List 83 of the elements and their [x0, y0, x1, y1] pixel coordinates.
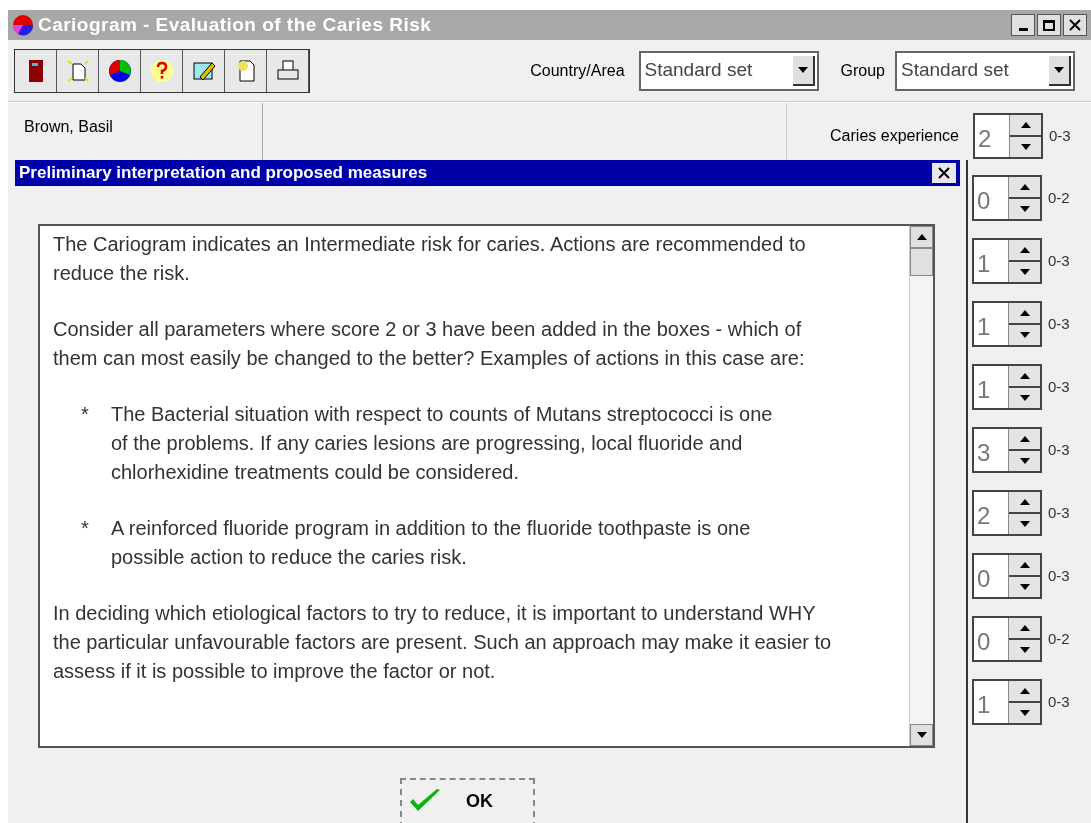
paragraph: The Cariogram indicates an Intermediate risk for caries. Actions are recommended to reduce the risk. [53, 231, 807, 286]
spin-box[interactable]: 0 [972, 553, 1042, 599]
close-button[interactable] [932, 162, 956, 183]
range-label: 0-3 [1049, 125, 1071, 146]
bullet-text: A reinforced fluoride program in addition to the fluoride toothpaste is one possible action to reduce the caries risk. [111, 515, 752, 570]
caret-down-icon [1019, 332, 1030, 338]
spin-box[interactable]: 1 [972, 679, 1042, 725]
toolbar-button[interactable] [267, 49, 309, 92]
dropdown-button[interactable] [1049, 55, 1071, 86]
spin-box[interactable]: 3 [972, 427, 1042, 473]
range-label: 0-3 [1048, 691, 1070, 712]
parameter-label: Caries experience [830, 125, 959, 146]
spin-box[interactable]: 2 [972, 490, 1042, 536]
maximize-icon [1043, 19, 1055, 31]
caret-down-icon [797, 66, 808, 73]
caret-up-icon [1019, 247, 1030, 253]
check-icon [408, 787, 442, 814]
range-label: 0-3 [1048, 565, 1070, 586]
toolbar-button[interactable] [183, 49, 225, 92]
caret-down-icon [1019, 206, 1030, 212]
caret-down-icon [1019, 710, 1030, 716]
caret-down-icon [1019, 458, 1030, 464]
caret-up-icon [1019, 184, 1030, 190]
bullet-mark: * [81, 515, 90, 541]
spin-box[interactable]: 1 [972, 238, 1042, 284]
toolbar-button[interactable] [141, 49, 183, 92]
ok-button[interactable]: OK [400, 777, 535, 823]
toolbar-button[interactable] [15, 49, 57, 92]
group-label: Group [840, 60, 885, 81]
caret-down-icon [1019, 269, 1030, 275]
country-label: Country/Area [530, 60, 625, 81]
caret-down-icon [1019, 521, 1030, 527]
bullet-text: The Bacterial situation with respect to counts of Mutans streptococci is one of the problems. If any caries lesions are progressing, local fluoride and chlorhexidine treatments could be considered. [111, 401, 774, 485]
caret-up-icon [1020, 122, 1031, 128]
caret-down-icon [1019, 584, 1030, 590]
toolbar-button[interactable] [57, 49, 99, 92]
spin-box[interactable]: 0 [972, 616, 1042, 662]
scroll-thumb[interactable] [910, 247, 933, 276]
caret-up-icon [916, 233, 927, 240]
range-label: 0-2 [1048, 628, 1070, 649]
paragraph: Consider all parameters where score 2 or 3 have been added in the boxes - which of them can most easily be changed to the better? Examples of actions in this case are: [53, 316, 806, 371]
patient-name: Brown, Basil [24, 118, 113, 135]
range-label: 0-3 [1048, 376, 1070, 397]
caret-up-icon [1019, 310, 1030, 316]
caret-up-icon [1019, 625, 1030, 631]
spin-box[interactable]: 2 [973, 113, 1043, 159]
app-icon [12, 14, 34, 36]
paragraph: In deciding which etiological factors to try to reduce, it is important to understand WHY the particular unfavourable factors are present. Such an approach may make it easier to assess if it is possible to improve the factor or not. [53, 600, 833, 684]
maximize-button[interactable] [1037, 14, 1061, 36]
toolbar-button[interactable] [99, 49, 141, 92]
bullet-mark: * [81, 401, 90, 427]
caret-up-icon [1019, 688, 1030, 694]
scroll-up-button[interactable] [910, 225, 933, 248]
country-dropdown[interactable]: Standard set [638, 50, 819, 91]
range-label: 0-3 [1048, 502, 1070, 523]
dialog-title: Preliminary interpretation and proposed measures [19, 162, 428, 184]
caret-down-icon [1020, 144, 1031, 150]
range-label: 0-3 [1048, 313, 1070, 334]
close-button[interactable] [1063, 14, 1087, 36]
dropdown-button[interactable] [792, 55, 815, 86]
caret-down-icon [1054, 66, 1064, 73]
caret-up-icon [1019, 436, 1030, 442]
window-title: Cariogram - Evaluation of the Caries Risk [38, 12, 432, 37]
caret-down-icon [1019, 647, 1030, 653]
spin-box[interactable]: 1 [972, 301, 1042, 347]
spin-box[interactable]: 0 [972, 175, 1042, 221]
spin-box[interactable]: 1 [972, 364, 1042, 410]
range-label: 0-3 [1048, 250, 1070, 271]
scrollbar[interactable] [909, 225, 933, 746]
range-label: 0-2 [1048, 187, 1070, 208]
group-dropdown[interactable]: Standard set [895, 50, 1075, 91]
minimize-button[interactable] [1011, 14, 1035, 36]
close-icon [938, 166, 950, 179]
caret-up-icon [1019, 562, 1030, 568]
scroll-down-button[interactable] [910, 723, 933, 746]
caret-down-icon [1019, 395, 1030, 401]
caret-up-icon [1019, 499, 1030, 505]
caret-down-icon [916, 731, 927, 738]
close-icon [1069, 19, 1081, 31]
caret-up-icon [1019, 373, 1030, 379]
toolbar-button[interactable] [225, 49, 267, 92]
range-label: 0-3 [1048, 439, 1070, 460]
minimize-icon [1018, 28, 1028, 31]
